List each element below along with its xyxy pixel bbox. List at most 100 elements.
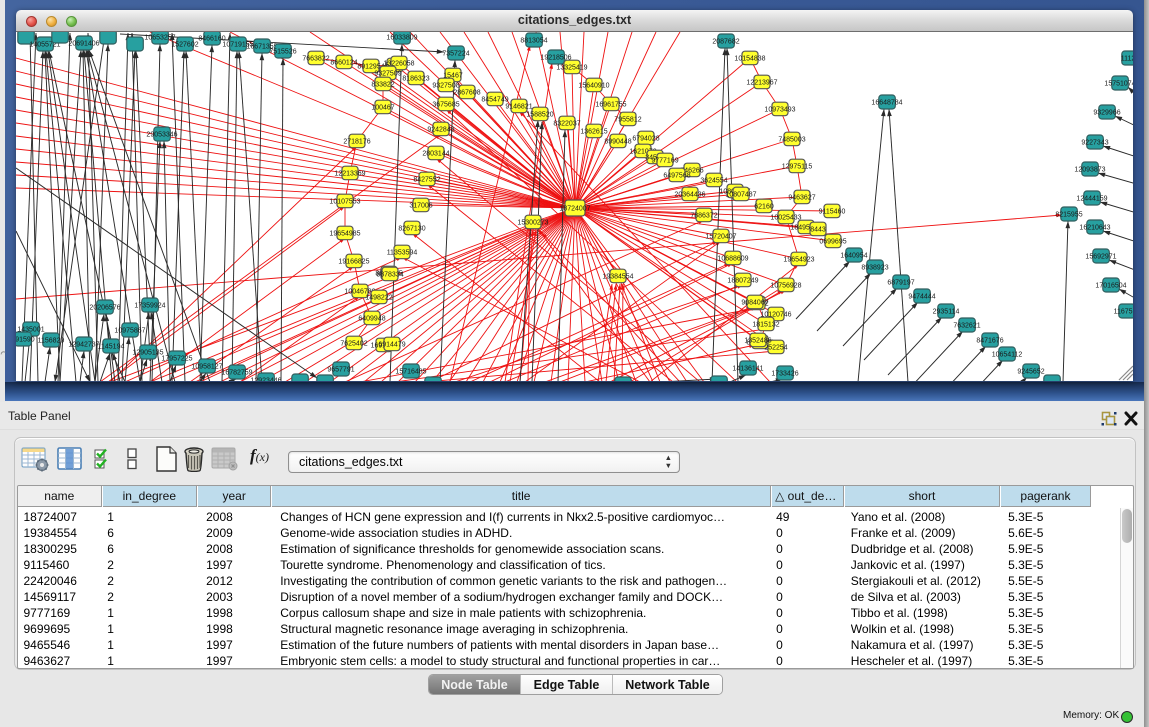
svg-text:11120: 11120 — [1121, 56, 1133, 63]
svg-text:7485003: 7485003 — [778, 137, 805, 144]
svg-text:12213369: 12213369 — [334, 171, 365, 178]
svg-text:1640954: 1640954 — [840, 253, 867, 260]
svg-text:15640910: 15640910 — [578, 83, 609, 90]
svg-text:10154838: 10154838 — [734, 56, 765, 63]
svg-text:20364436: 20364436 — [674, 192, 705, 199]
svg-text:9474444: 9474444 — [908, 294, 935, 301]
svg-text:7357224: 7357224 — [442, 51, 469, 58]
svg-text:6794028: 6794028 — [632, 136, 659, 143]
svg-text:7955812: 7955812 — [614, 117, 641, 124]
svg-text:6914479: 6914479 — [378, 342, 405, 349]
svg-text:20691406: 20691406 — [68, 41, 99, 48]
svg-text:3675685: 3675685 — [432, 102, 459, 109]
svg-text:17957225: 17957225 — [161, 356, 192, 363]
svg-text:1527602: 1527602 — [171, 42, 198, 49]
svg-text:16210643: 16210643 — [1079, 225, 1110, 232]
svg-text:9463627: 9463627 — [788, 195, 815, 202]
svg-text:15692971: 15692971 — [1085, 254, 1116, 261]
svg-text:29053346: 29053346 — [146, 132, 177, 139]
svg-text:18807249: 18807249 — [727, 278, 758, 285]
svg-text:3624554: 3624554 — [700, 178, 727, 185]
svg-text:8267130: 8267130 — [398, 226, 425, 233]
svg-text:9657791: 9657791 — [327, 367, 354, 374]
svg-text:0699695: 0699695 — [819, 239, 846, 246]
svg-text:8454749: 8454749 — [481, 97, 508, 104]
svg-text:8660124: 8660124 — [330, 60, 357, 67]
svg-text:9777169: 9777169 — [651, 158, 678, 165]
svg-text:12905135: 12905135 — [132, 350, 163, 357]
svg-text:2867608: 2867608 — [453, 90, 480, 97]
svg-text:2803144: 2803144 — [422, 151, 449, 158]
svg-text:2718176: 2718176 — [343, 139, 370, 146]
svg-text:10973493: 10973493 — [764, 107, 795, 114]
svg-text:10107553: 10107553 — [329, 199, 360, 206]
svg-text:1145194: 1145194 — [98, 344, 125, 351]
svg-text:62160: 62160 — [754, 204, 774, 211]
svg-text:13325419: 13325419 — [556, 65, 587, 72]
svg-text:8938923: 8938923 — [861, 265, 888, 272]
svg-text:15751074: 15751074 — [1104, 81, 1133, 88]
svg-text:15716485: 15716485 — [395, 369, 426, 376]
svg-text:7632621: 7632621 — [953, 323, 980, 330]
svg-text:7886372: 7886372 — [690, 213, 717, 220]
svg-text:20206576: 20206576 — [89, 305, 120, 312]
svg-text:12444159: 12444159 — [1076, 196, 1107, 203]
svg-text:833822: 833822 — [371, 82, 394, 89]
svg-text:9242848: 9242848 — [427, 127, 454, 134]
svg-text:7625402: 7625402 — [340, 341, 367, 348]
svg-text:19166825: 19166825 — [338, 259, 369, 266]
svg-text:10688609: 10688609 — [717, 256, 748, 263]
svg-text:2087682: 2087682 — [712, 39, 739, 46]
svg-text:7515526: 7515526 — [269, 49, 296, 56]
svg-text:19384554: 19384554 — [602, 274, 633, 281]
svg-text:10958127: 10958127 — [191, 364, 222, 371]
svg-text:19654985: 19654985 — [329, 231, 360, 238]
svg-text:1498222: 1498222 — [365, 295, 392, 302]
svg-text:9327509: 9327509 — [374, 71, 401, 78]
svg-text:12975115: 12975115 — [782, 164, 813, 171]
svg-text:7663822: 7663822 — [302, 56, 329, 63]
svg-text:8990448: 8990448 — [604, 139, 631, 146]
svg-text:12093873: 12093873 — [1074, 167, 1105, 174]
svg-text:12942737: 12942737 — [68, 342, 99, 349]
svg-text:1815132: 1815132 — [752, 322, 779, 329]
svg-text:16648784: 16648784 — [871, 100, 902, 107]
svg-text:16033809: 16033809 — [386, 35, 417, 42]
svg-text:17359924: 17359924 — [134, 303, 165, 310]
svg-text:1733426: 1733426 — [771, 371, 798, 378]
svg-text:6879197: 6879197 — [887, 280, 914, 287]
svg-text:12923446: 12923446 — [250, 378, 281, 382]
svg-text:10756928: 10756928 — [770, 283, 801, 290]
svg-text:252254: 252254 — [764, 345, 787, 352]
svg-text:9146821: 9146821 — [505, 104, 532, 111]
svg-text:1588520: 1588520 — [526, 112, 553, 119]
svg-text:9245652: 9245652 — [1017, 369, 1044, 376]
svg-text:8186323: 8186323 — [402, 76, 429, 83]
svg-text:10653257: 10653257 — [144, 35, 175, 42]
svg-text:9327508: 9327508 — [432, 83, 459, 90]
svg-text:10025433: 10025433 — [770, 215, 801, 222]
svg-text:10807487: 10807487 — [725, 192, 756, 199]
svg-text:19654923: 19654923 — [783, 257, 814, 264]
svg-text:8215955: 8215955 — [1055, 212, 1082, 219]
svg-text:1167534: 1167534 — [1114, 309, 1133, 316]
svg-text:6497568: 6497568 — [663, 173, 690, 180]
svg-text:17016504: 17016504 — [1095, 283, 1126, 290]
svg-text:8427552: 8427552 — [413, 177, 440, 184]
svg-text:391590: 391590 — [16, 337, 35, 344]
svg-text:100467: 100467 — [371, 105, 394, 112]
svg-text:8878334: 8878334 — [376, 272, 403, 279]
svg-text:16782759: 16782759 — [221, 370, 252, 377]
svg-text:9115460: 9115460 — [819, 209, 846, 216]
svg-text:6409948: 6409948 — [358, 316, 385, 323]
svg-text:8471676: 8471676 — [976, 338, 1003, 345]
svg-text:1156829: 1156829 — [38, 338, 65, 345]
svg-text:10975867: 10975867 — [114, 328, 145, 335]
svg-text:18724007: 18724007 — [559, 206, 590, 213]
svg-text:11353594: 11353594 — [387, 250, 418, 257]
svg-text:1352486: 1352486 — [744, 338, 771, 345]
svg-text:15300273: 15300273 — [517, 220, 548, 227]
svg-text:8813054: 8813054 — [520, 38, 547, 45]
svg-text:8322037: 8322037 — [553, 121, 580, 128]
svg-text:9084067: 9084067 — [741, 300, 768, 307]
